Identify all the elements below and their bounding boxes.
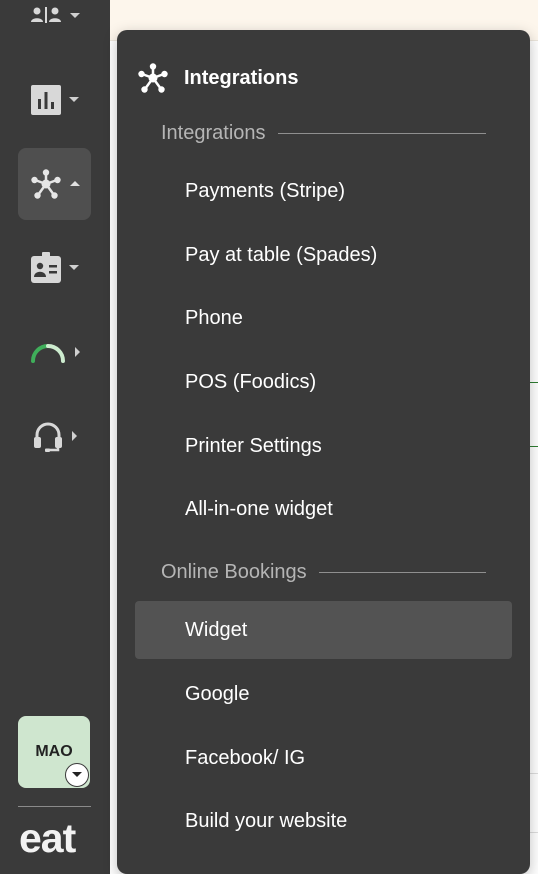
menu-item-label: Phone bbox=[185, 306, 243, 329]
sidebar-divider bbox=[18, 806, 91, 807]
caret-down-icon bbox=[69, 13, 80, 18]
id-badge-icon bbox=[30, 252, 61, 283]
menu-title: Integrations bbox=[184, 66, 299, 89]
caret-down-icon bbox=[68, 265, 79, 270]
brand-logo: eat bbox=[19, 815, 76, 861]
menu-item-facebook-ig[interactable]: Facebook/ IG bbox=[135, 729, 512, 787]
menu-item-label: Payments (Stripe) bbox=[185, 179, 346, 202]
menu-item-pos-foodics[interactable]: POS (Foodics) bbox=[135, 353, 512, 411]
menu-item-label: Pay at table (Spades) bbox=[185, 243, 378, 266]
nav-performance[interactable] bbox=[18, 316, 91, 388]
headset-icon bbox=[33, 422, 62, 452]
menu-header: Integrations bbox=[137, 62, 298, 94]
menu-item-payments-stripe[interactable]: Payments (Stripe) bbox=[135, 162, 512, 220]
caret-down-icon bbox=[68, 97, 79, 102]
account-menu-toggle[interactable] bbox=[65, 763, 89, 787]
caret-up-icon bbox=[69, 181, 80, 186]
menu-item-phone[interactable]: Phone bbox=[135, 289, 512, 347]
menu-item-label: Facebook/ IG bbox=[185, 746, 306, 769]
nav-integrations[interactable] bbox=[18, 148, 91, 220]
menu-item-pay-at-table[interactable]: Pay at table (Spades) bbox=[135, 226, 512, 284]
integrations-icon bbox=[30, 169, 61, 199]
menu-item-build-website[interactable]: Build your website bbox=[135, 792, 512, 850]
integrations-icon bbox=[138, 63, 168, 93]
menu-item-widget[interactable]: Widget bbox=[135, 601, 512, 659]
section-rule bbox=[277, 133, 486, 134]
section-label: Online Bookings bbox=[161, 561, 307, 583]
caret-right-icon bbox=[74, 347, 80, 357]
menu-item-label: Printer Settings bbox=[185, 434, 322, 457]
section-rule bbox=[318, 572, 486, 573]
nav-reports[interactable] bbox=[18, 64, 91, 136]
section-integrations: Integrations bbox=[161, 122, 486, 145]
account-avatar[interactable]: MAO bbox=[18, 716, 90, 788]
nav-support[interactable] bbox=[18, 400, 91, 472]
sidebar: MAO eat bbox=[0, 0, 110, 874]
integrations-menu: Integrations Integrations Payments (Stri… bbox=[117, 30, 530, 874]
gauge-icon bbox=[30, 344, 65, 363]
chevron-down-icon bbox=[72, 772, 82, 777]
nav-team[interactable] bbox=[18, 0, 91, 52]
avatar-initials: MAO bbox=[35, 743, 73, 760]
team-icon bbox=[30, 7, 61, 23]
menu-item-label: Build your website bbox=[185, 809, 348, 832]
caret-right-icon bbox=[71, 431, 77, 441]
section-online-bookings: Online Bookings bbox=[161, 561, 486, 584]
menu-item-label: Widget bbox=[185, 618, 248, 641]
menu-item-label: POS (Foodics) bbox=[185, 370, 317, 393]
menu-item-label: All-in-one widget bbox=[185, 497, 333, 520]
section-label: Integrations bbox=[161, 122, 266, 144]
menu-item-google[interactable]: Google bbox=[135, 665, 512, 723]
menu-item-all-in-one-widget[interactable]: All-in-one widget bbox=[135, 480, 512, 538]
menu-item-printer-settings[interactable]: Printer Settings bbox=[135, 417, 512, 475]
menu-item-label: Google bbox=[185, 682, 250, 705]
bar-chart-icon bbox=[30, 85, 61, 115]
nav-staff[interactable] bbox=[18, 232, 91, 304]
